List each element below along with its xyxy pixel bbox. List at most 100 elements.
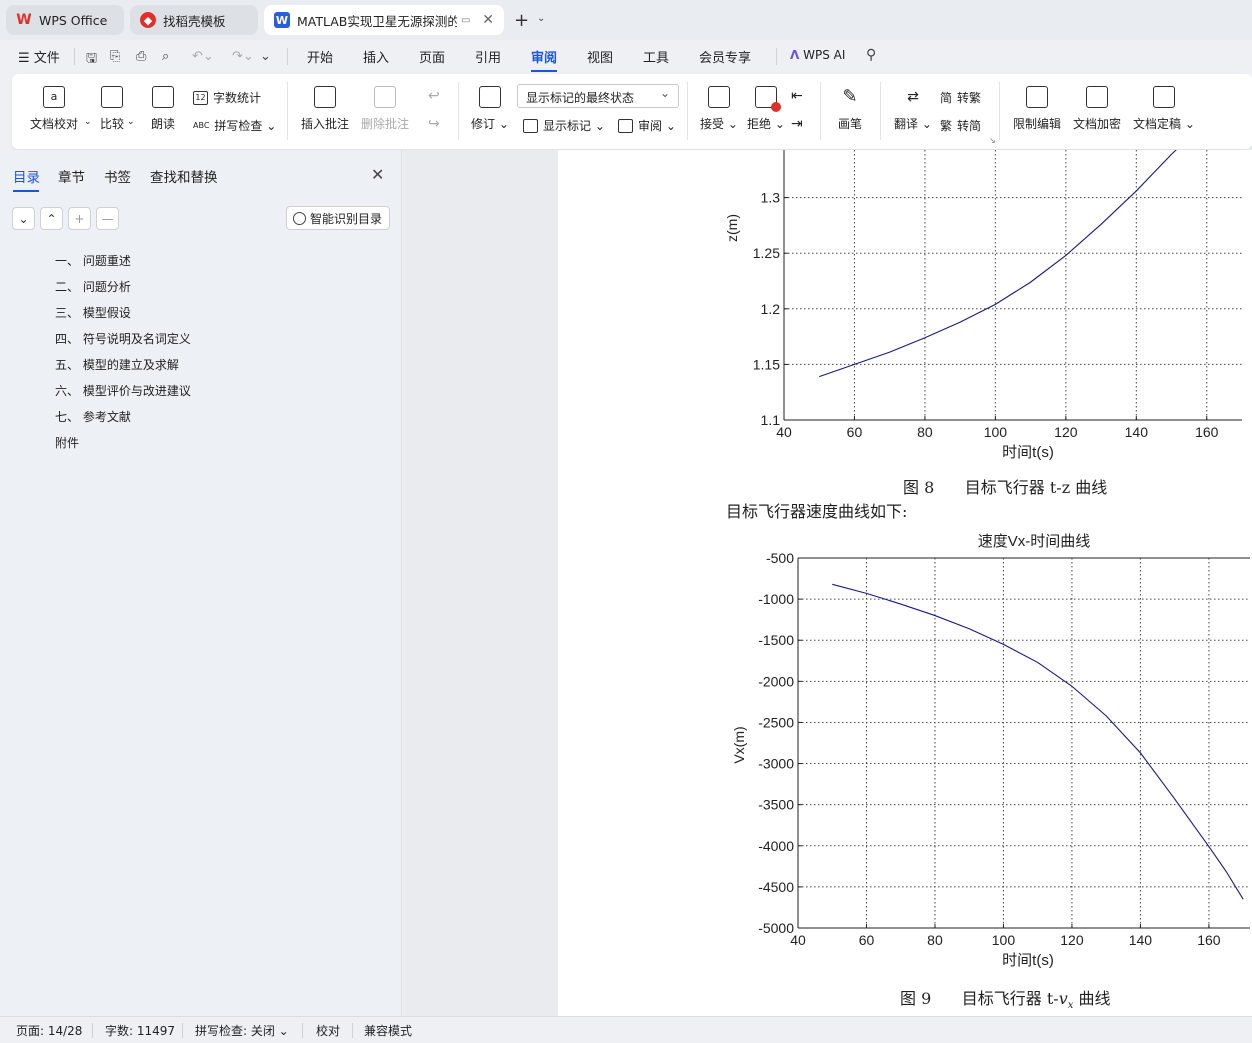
show-markup-button[interactable]: 显示标记 ⌄ <box>523 117 605 134</box>
add-heading-button[interactable]: + <box>68 207 91 230</box>
pen-icon: ✎ <box>842 86 858 107</box>
finalize-label: 文档定稿 <box>1133 117 1182 131</box>
spell-check-status-label: 拼写检查: 关闭 <box>195 1024 275 1038</box>
print-icon[interactable]: ⎙ <box>136 49 146 64</box>
menu-review[interactable]: 审阅 <box>531 47 558 72</box>
remove-heading-button[interactable]: — <box>96 207 119 230</box>
y-tick-label: -500 <box>766 550 794 566</box>
toc-item[interactable]: 二、 问题分析 <box>55 278 131 295</box>
spell-check-button[interactable]: ABC 拼写检查 ⌄ <box>193 117 276 134</box>
divider <box>92 1023 93 1038</box>
previous-comment-icon[interactable]: ↩ <box>428 88 440 104</box>
menu-bar: ☰ 文件 🖫 ⎘ ⎙ ⌕ ↶⌄ ↷⌄ ⌄ 开始 插入 页面 引用 审阅 视图 工… <box>0 40 1252 72</box>
x-tick-label: 120 <box>1060 932 1084 948</box>
compare-dropdown-icon[interactable]: ⌄ <box>127 117 135 127</box>
toc-item[interactable]: 七、 参考文献 <box>55 408 131 425</box>
previous-change-icon[interactable]: ⇤ <box>791 88 803 104</box>
accept-button[interactable]: 接受 ⌄ <box>700 86 738 132</box>
collapse-all-button[interactable]: ⌄ <box>12 207 35 230</box>
next-change-icon[interactable]: ⇥ <box>791 116 803 132</box>
group-expand-icon[interactable]: ↘ <box>989 136 996 145</box>
reject-button[interactable]: 拒绝 ⌄ <box>747 86 785 132</box>
finalize-button[interactable]: 文档定稿 ⌄ <box>1133 86 1195 132</box>
compare-label: 比较 <box>100 117 125 131</box>
to-simplified-button[interactable]: 繁转简 <box>940 117 981 134</box>
smart-toc-button[interactable]: 智能识别目录 <box>286 206 390 230</box>
next-comment-icon[interactable]: ↪ <box>428 116 440 132</box>
insert-comment-label: 插入批注 <box>301 117 350 131</box>
nav-tab-toc[interactable]: 目录 <box>13 166 40 192</box>
nav-tab-find-replace[interactable]: 查找和替换 <box>150 166 218 186</box>
undo-icon[interactable]: ↶⌄ <box>192 49 214 64</box>
x-tick-label: 160 <box>1197 932 1221 948</box>
read-aloud-button[interactable]: 朗读 <box>151 86 175 132</box>
restrict-edit-button[interactable]: 限制编辑 <box>1013 86 1061 132</box>
toc-item[interactable]: 附件 <box>55 434 79 451</box>
track-changes-label-wrap: 修订 ⌄ <box>471 117 509 131</box>
insert-comment-icon <box>314 86 336 108</box>
new-tab-plus-icon[interactable]: + <box>514 10 529 31</box>
encrypt-icon <box>1086 86 1108 108</box>
close-tab-icon[interactable]: ✕ <box>482 12 494 28</box>
toc-item[interactable]: 五、 模型的建立及求解 <box>55 356 179 373</box>
delete-comment-button[interactable]: 删除批注 <box>361 86 409 132</box>
tab-docer-templates[interactable]: ◆ 找稻壳模板 <box>130 5 258 35</box>
wps-ai-label: WPS AI <box>803 48 846 62</box>
show-markup-label: 显示标记 <box>543 119 592 133</box>
tab-list-chevron-icon[interactable]: ⌄ <box>537 13 545 24</box>
translate-button[interactable]: ⇄ 翻译 ⌄ <box>894 86 932 132</box>
expand-button[interactable]: ⌃ <box>40 207 63 230</box>
compare-button[interactable]: 比较 <box>100 86 124 132</box>
insert-comment-button[interactable]: 插入批注 <box>301 86 349 132</box>
save-icon[interactable]: 🖫 <box>86 49 97 71</box>
tab-wps-office[interactable]: W WPS Office <box>6 5 124 35</box>
review-pane-button[interactable]: 审阅 ⌄ <box>618 117 676 134</box>
y-tick-label: 1.1 <box>761 412 781 428</box>
menu-reference[interactable]: 引用 <box>475 47 501 66</box>
tab-current-document[interactable]: W MATLAB实现卫星无源探测的 ▭ ✕ <box>264 5 504 35</box>
print-preview-icon[interactable]: ⌕ <box>162 49 169 64</box>
spell-check-status[interactable]: 拼写检查: 关闭 ⌄ <box>195 1022 289 1039</box>
nav-tab-sections[interactable]: 章节 <box>58 166 85 186</box>
wps-ai-button[interactable]: ᐱ WPS AI <box>790 48 845 62</box>
delete-comment-icon <box>374 86 396 108</box>
document-page[interactable]: 40 60 80 100 120 140 160 1.1 1.15 1.2 1.25 1.3 时间t(s… <box>558 150 1252 1016</box>
to-traditional-button[interactable]: 简转繁 <box>940 89 981 106</box>
x-axis-label: 时间t(s) <box>1002 444 1054 461</box>
word-count-button[interactable]: 12 字数统计 <box>193 89 261 106</box>
markup-state-value: 显示标记的最终状态 <box>526 91 635 105</box>
menu-start[interactable]: 开始 <box>307 47 333 66</box>
word-count-indicator[interactable]: 字数: 11497 <box>105 1022 175 1039</box>
more-chevron-icon[interactable]: ⌄ <box>260 49 271 64</box>
markup-state-select[interactable]: 显示标记的最终状态 <box>517 84 679 108</box>
proof-status[interactable]: 校对 <box>316 1022 340 1039</box>
pen-button[interactable]: ✎ 画笔 <box>838 86 862 132</box>
toc-item[interactable]: 一、 问题重述 <box>55 252 131 269</box>
reject-label-wrap: 拒绝 ⌄ <box>747 117 785 131</box>
writer-icon: W <box>274 12 290 28</box>
divider <box>820 82 821 140</box>
toc-item[interactable]: 六、 模型评价与改进建议 <box>55 382 191 399</box>
toc-item[interactable]: 三、 模型假设 <box>55 304 131 321</box>
toc-item[interactable]: 四、 符号说明及名词定义 <box>55 330 191 347</box>
menu-insert[interactable]: 插入 <box>363 47 389 66</box>
wps-logo-icon: W <box>16 12 32 28</box>
minus-icon: — <box>101 211 114 226</box>
close-icon[interactable]: ✕ <box>371 165 384 184</box>
nav-tab-bookmarks[interactable]: 书签 <box>104 166 131 186</box>
encrypt-button[interactable]: 文档加密 <box>1073 86 1121 132</box>
menu-member[interactable]: 会员专享 <box>699 47 751 66</box>
divider <box>458 82 459 140</box>
search-icon[interactable]: ⚲ <box>866 47 876 63</box>
divider <box>352 1023 353 1038</box>
share-icon[interactable]: ⎘ <box>110 49 120 64</box>
track-changes-button[interactable]: 修订 ⌄ <box>471 86 509 132</box>
menu-view[interactable]: 视图 <box>587 47 613 66</box>
menu-tools[interactable]: 工具 <box>643 47 669 66</box>
page-indicator[interactable]: 页面: 14/28 <box>16 1022 82 1039</box>
redo-icon[interactable]: ↷⌄ <box>232 49 254 64</box>
proofread-dropdown-icon[interactable]: ⌄ <box>84 117 92 127</box>
proofread-button[interactable]: a 文档校对 <box>30 86 78 132</box>
file-menu[interactable]: ☰ 文件 <box>18 47 60 66</box>
menu-page[interactable]: 页面 <box>419 47 445 66</box>
